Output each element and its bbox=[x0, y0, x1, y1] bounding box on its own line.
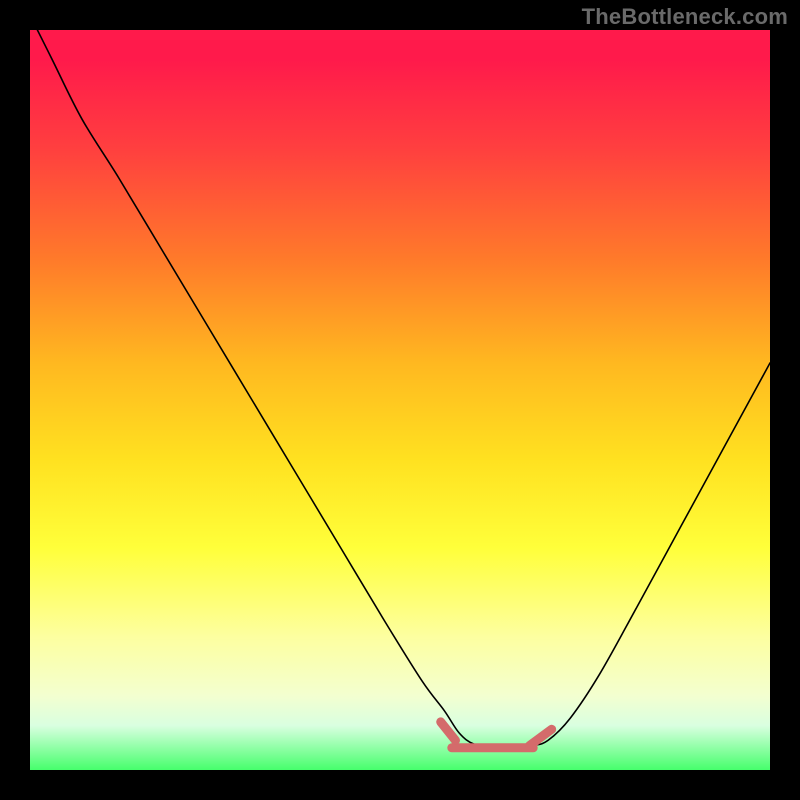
plot-area bbox=[30, 30, 770, 770]
watermark-text: TheBottleneck.com bbox=[582, 4, 788, 30]
bottleneck-curve bbox=[30, 30, 770, 770]
chart-frame: TheBottleneck.com bbox=[0, 0, 800, 800]
